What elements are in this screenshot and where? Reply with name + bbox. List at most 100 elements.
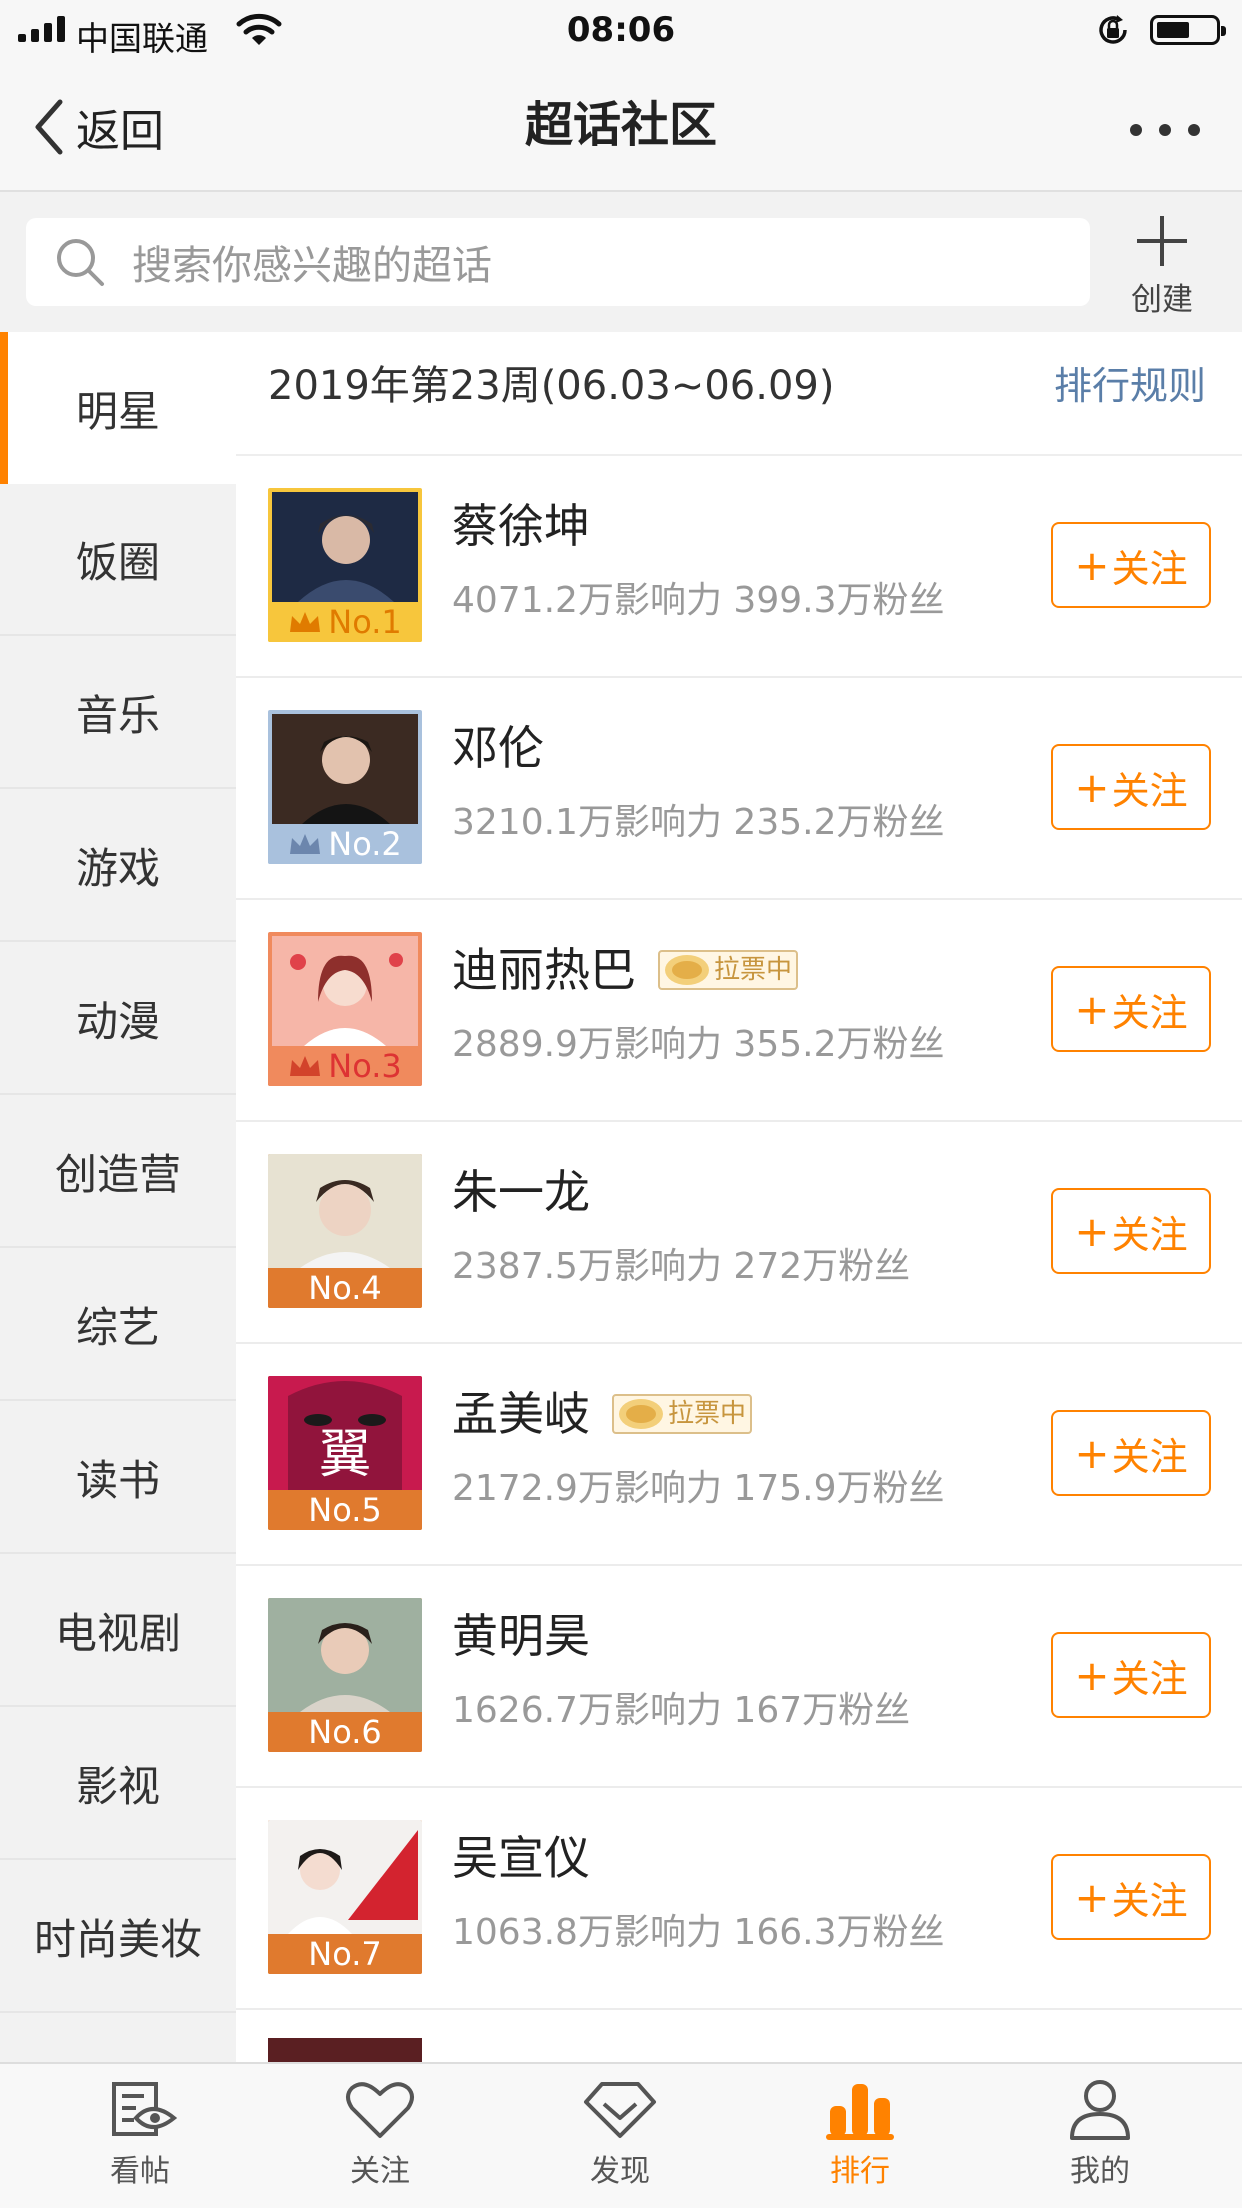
battery-icon bbox=[1150, 15, 1226, 45]
week-label: 2019年第23周(06.03~06.09) bbox=[268, 363, 835, 409]
star-stats: 1626.7万影响力 167万粉丝 bbox=[452, 1690, 911, 1731]
tab-following[interactable]: 关注 bbox=[280, 2076, 480, 2196]
category-item-produce-camp[interactable]: 创造营 bbox=[0, 1096, 236, 1248]
search-placeholder: 搜索你感兴趣的超话 bbox=[132, 243, 492, 289]
follow-button[interactable]: + 关注 bbox=[1051, 966, 1211, 1052]
rank-badge: No.7 bbox=[268, 1934, 422, 1974]
star-stats: 3210.1万影响力 235.2万粉丝 bbox=[452, 802, 945, 843]
tab-label: 排行 bbox=[830, 2154, 890, 2189]
follow-button[interactable]: + 关注 bbox=[1051, 1854, 1211, 1940]
rank-badge: No.3 bbox=[268, 1046, 422, 1086]
plus-icon: + bbox=[1074, 984, 1110, 1034]
ranking-row[interactable]: No.4 朱一龙 2387.5万影响力 272万粉丝 + 关注 bbox=[236, 1122, 1242, 1344]
crown-icon bbox=[290, 612, 321, 632]
rank-badge: No.2 bbox=[268, 824, 422, 864]
category-item-music[interactable]: 音乐 bbox=[0, 637, 236, 789]
rank-badge: No.5 bbox=[268, 1490, 422, 1530]
follow-label: 关注 bbox=[1111, 1434, 1188, 1479]
ranking-row[interactable]: No.2 邓伦 3210.1万影响力 235.2万粉丝 + 关注 bbox=[236, 678, 1242, 900]
category-sidebar: 明星 饭圈 音乐 游戏 动漫 创造营 综艺 读书 电视剧 影视 时尚美妆 bbox=[0, 332, 236, 2062]
star-name: 孟美岐 bbox=[452, 1387, 590, 1441]
search-input[interactable]: 搜索你感兴趣的超话 bbox=[26, 218, 1090, 306]
avatar: No.1 bbox=[268, 488, 422, 642]
active-indicator bbox=[0, 332, 8, 484]
follow-button[interactable]: + 关注 bbox=[1051, 1188, 1211, 1274]
category-item-variety[interactable]: 综艺 bbox=[0, 1249, 236, 1401]
category-label: 创造营 bbox=[54, 1149, 181, 1199]
category-item-tv-drama[interactable]: 电视剧 bbox=[0, 1555, 236, 1707]
tab-label: 发现 bbox=[590, 2154, 650, 2189]
search-icon bbox=[57, 239, 104, 286]
category-item-anime[interactable]: 动漫 bbox=[0, 943, 236, 1095]
category-label: 饭圈 bbox=[75, 537, 160, 587]
star-name: 朱一龙 bbox=[452, 1165, 590, 1219]
bar-chart-icon bbox=[826, 2084, 894, 2140]
star-stats: 2387.5万影响力 272万粉丝 bbox=[452, 1246, 911, 1287]
follow-label: 关注 bbox=[1111, 546, 1188, 591]
back-label: 返回 bbox=[76, 106, 164, 157]
rank-number: No.6 bbox=[308, 1713, 382, 1751]
category-item-fandom[interactable]: 饭圈 bbox=[0, 484, 236, 636]
plus-icon: + bbox=[1074, 1428, 1110, 1478]
follow-label: 关注 bbox=[1111, 768, 1188, 813]
star-name: 黄明昊 bbox=[452, 1609, 590, 1663]
star-name: 吴宣仪 bbox=[452, 1831, 590, 1885]
tab-posts[interactable]: 看帖 bbox=[40, 2076, 240, 2196]
ranking-row[interactable]: No.6 黄明昊 1626.7万影响力 167万粉丝 + 关注 bbox=[236, 1566, 1242, 1788]
star-stats: 1063.8万影响力 166.3万粉丝 bbox=[452, 1912, 945, 1953]
follow-button[interactable]: + 关注 bbox=[1051, 1632, 1211, 1718]
avatar: No.6 bbox=[268, 1598, 422, 1752]
vote-status-badge: 拉票中 bbox=[612, 1394, 752, 1434]
ranking-row[interactable]: 翼 No.5 孟美岐 拉票中 2172.9万影响力 175.9万粉丝 + 关注 bbox=[236, 1344, 1242, 1566]
category-item-fashion-beauty[interactable]: 时尚美妆 bbox=[0, 1861, 236, 2013]
ranking-row[interactable]: No.3 迪丽热巴 拉票中 2889.9万影响力 355.2万粉丝 + 关注 bbox=[236, 900, 1242, 1122]
category-item-books[interactable]: 读书 bbox=[0, 1402, 236, 1554]
follow-button[interactable]: + 关注 bbox=[1051, 744, 1211, 830]
vote-status-badge: 拉票中 bbox=[658, 950, 798, 990]
rank-number: No.4 bbox=[308, 1269, 382, 1307]
rank-number: No.3 bbox=[328, 1047, 402, 1085]
tab-label: 看帖 bbox=[110, 2154, 170, 2189]
star-name: 迪丽热巴 bbox=[452, 943, 636, 997]
avatar: No.7 bbox=[268, 1820, 422, 1974]
category-label: 电视剧 bbox=[54, 1608, 181, 1658]
heart-icon bbox=[346, 2082, 414, 2138]
category-label: 动漫 bbox=[75, 996, 160, 1046]
star-name: 蔡徐坤 bbox=[452, 499, 590, 553]
back-button[interactable]: 返回 bbox=[28, 92, 164, 162]
category-label: 明星 bbox=[75, 386, 160, 436]
ranking-rules-link[interactable]: 排行规则 bbox=[1054, 352, 1206, 420]
star-stats: 2889.9万影响力 355.2万粉丝 bbox=[452, 1024, 945, 1065]
star-stats: 4071.2万影响力 399.3万粉丝 bbox=[452, 580, 945, 621]
vote-status-label: 拉票中 bbox=[668, 1399, 747, 1429]
follow-label: 关注 bbox=[1111, 990, 1188, 1035]
create-button[interactable]: 创建 bbox=[1118, 210, 1206, 320]
category-item-games[interactable]: 游戏 bbox=[0, 790, 236, 942]
rank-number: No.2 bbox=[328, 825, 402, 863]
follow-button[interactable]: + 关注 bbox=[1051, 522, 1211, 608]
tab-ranking[interactable]: 排行 bbox=[760, 2076, 960, 2196]
orientation-lock-icon bbox=[1099, 15, 1127, 44]
ranking-row[interactable]: No.1 蔡徐坤 4071.2万影响力 399.3万粉丝 + 关注 bbox=[236, 456, 1242, 678]
person-icon bbox=[1070, 2080, 1130, 2140]
category-item-film[interactable]: 影视 bbox=[0, 1708, 236, 1860]
diamond-icon bbox=[584, 2082, 656, 2138]
ranking-row[interactable]: No.7 吴宣仪 1063.8万影响力 166.3万粉丝 + 关注 bbox=[236, 1788, 1242, 2010]
vote-status-label: 拉票中 bbox=[714, 955, 793, 985]
navigation-bar bbox=[0, 60, 1242, 192]
follow-button[interactable]: + 关注 bbox=[1051, 1410, 1211, 1496]
rank-badge: No.6 bbox=[268, 1712, 422, 1752]
avatar: No.4 bbox=[268, 1154, 422, 1308]
plus-icon bbox=[1137, 216, 1187, 266]
category-label: 时尚美妆 bbox=[33, 1914, 202, 1964]
crown-icon bbox=[290, 1056, 321, 1076]
rank-number: No.5 bbox=[308, 1491, 382, 1529]
tab-label: 我的 bbox=[1070, 2154, 1130, 2189]
rank-number: No.7 bbox=[308, 1935, 382, 1973]
svg-text:翼: 翼 bbox=[319, 1425, 371, 1485]
tab-me[interactable]: 我的 bbox=[1000, 2076, 1200, 2196]
plus-icon: + bbox=[1074, 1206, 1110, 1256]
tab-discover[interactable]: 发现 bbox=[520, 2076, 720, 2196]
category-item-stars[interactable]: 明星 bbox=[0, 332, 236, 484]
more-options-icon[interactable] bbox=[1130, 110, 1200, 150]
